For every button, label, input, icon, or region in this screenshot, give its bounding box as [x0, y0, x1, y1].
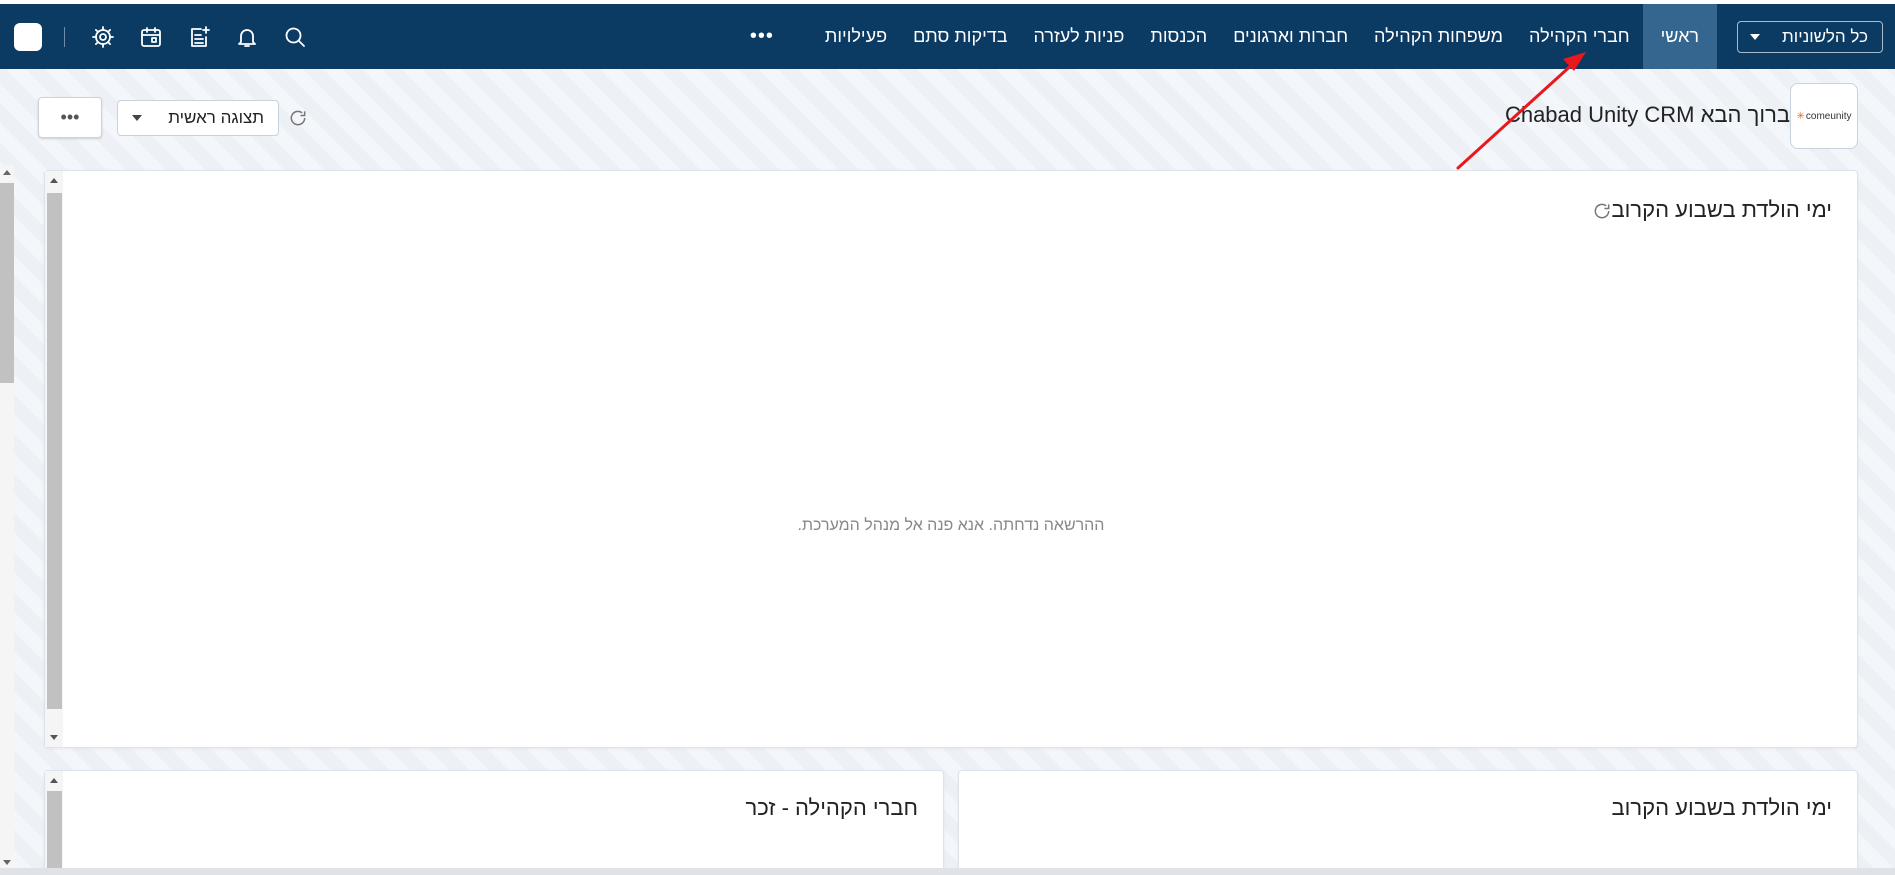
- scroll-thumb[interactable]: [0, 183, 14, 383]
- page-scrollbar[interactable]: [0, 165, 14, 875]
- widget-title: ימי הולדת בשבוע הקרוב: [1611, 795, 1833, 820]
- divider: [64, 26, 65, 47]
- widget-scrollbar[interactable]: [45, 171, 63, 747]
- top-navbar: כל הלשוניות ראשי חברי הקהילה משפחות הקהי…: [0, 4, 1895, 69]
- avatar[interactable]: [14, 22, 42, 51]
- tab-activities[interactable]: פעילויות: [812, 4, 900, 69]
- tab-test-checks[interactable]: בדיקות סתם: [900, 4, 1020, 69]
- scroll-up-arrow[interactable]: [50, 178, 58, 183]
- more-tabs-button[interactable]: •••: [750, 25, 774, 48]
- company-logo: ✳ comeunity: [1790, 83, 1858, 149]
- view-select-label: תצוגה ראשית: [168, 108, 264, 127]
- all-tabs-label: כל הלשוניות: [1782, 26, 1868, 46]
- page-title: ברוך הבא Chabad Unity CRM: [1504, 102, 1790, 127]
- permission-denied-message: ההרשאה נדחתה. אנא פנה אל מנהל המערכת.: [797, 517, 1105, 534]
- tab-home[interactable]: ראשי: [1642, 4, 1717, 69]
- logo-mark: ✳: [1796, 110, 1805, 122]
- bottom-edge: [0, 868, 1895, 875]
- widget-members-male: חברי הקהילה - זכר: [44, 770, 944, 875]
- calendar-icon[interactable]: [127, 4, 175, 69]
- navbar-actions: [14, 4, 319, 69]
- chevron-down-icon: [1750, 33, 1760, 40]
- scroll-down-arrow[interactable]: [50, 735, 58, 740]
- scroll-down-arrow[interactable]: [3, 860, 11, 865]
- logo-text: comeunity: [1805, 110, 1852, 122]
- refresh-icon[interactable]: [288, 108, 308, 128]
- tab-companies[interactable]: חברות וארגונים: [1220, 4, 1361, 69]
- widget-scrollbar[interactable]: [45, 771, 63, 875]
- tab-community-members[interactable]: חברי הקהילה: [1516, 4, 1643, 69]
- tab-help-requests[interactable]: פניות לעזרה: [1020, 4, 1137, 69]
- tab-income[interactable]: הכנסות: [1137, 4, 1220, 69]
- add-note-icon[interactable]: [175, 4, 223, 69]
- gear-icon[interactable]: [79, 4, 127, 69]
- widget-birthdays-2: ימי הולדת בשבוע הקרוב: [958, 770, 1858, 875]
- scroll-thumb[interactable]: [47, 193, 62, 709]
- widget-title: חברי הקהילה - זכר: [745, 795, 918, 820]
- all-tabs-select[interactable]: כל הלשוניות: [1737, 20, 1883, 53]
- more-options-button[interactable]: •••: [38, 97, 102, 138]
- scroll-thumb[interactable]: [47, 791, 62, 875]
- bell-icon[interactable]: [223, 4, 271, 69]
- scroll-up-arrow[interactable]: [50, 778, 58, 783]
- widget-title: ימי הולדת בשבוע הקרוב: [1611, 197, 1833, 222]
- search-icon[interactable]: [271, 4, 319, 69]
- scroll-up-arrow[interactable]: [3, 170, 11, 175]
- refresh-icon[interactable]: [1592, 201, 1612, 221]
- chevron-down-icon: [132, 115, 142, 121]
- main-tabs: כל הלשוניות ראשי חברי הקהילה משפחות הקהי…: [750, 4, 1895, 69]
- view-select[interactable]: תצוגה ראשית: [117, 100, 279, 136]
- tab-community-families[interactable]: משפחות הקהילה: [1361, 4, 1516, 69]
- widget-birthdays: ימי הולדת בשבוע הקרוב ההרשאה נדחתה. אנא …: [44, 170, 1858, 748]
